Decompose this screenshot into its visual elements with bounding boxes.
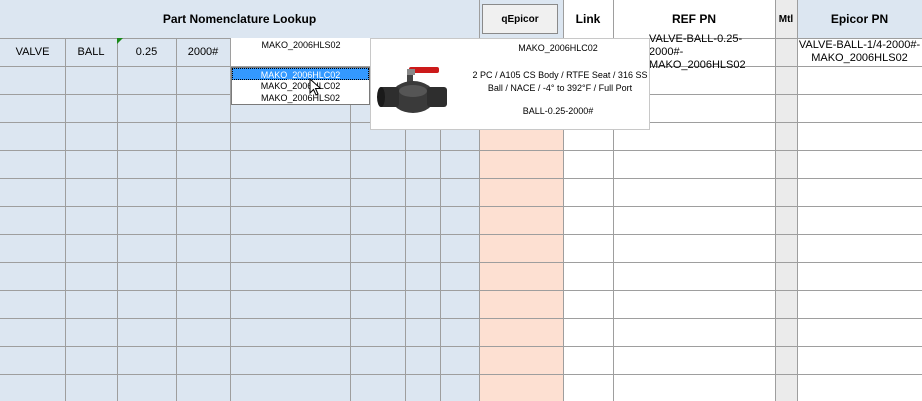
grid-line [0,374,922,375]
manufacturer-dropdown-list[interactable]: MAKO_2006HLC02 MAKO_2006HLC02 MAKO_2006H… [231,67,370,105]
grid-line [775,0,776,401]
grid-line [0,318,922,319]
manufacturer-value-text: MAKO_2006HLS02 [261,40,341,50]
mtl-header: Mtl [775,0,797,38]
mtl-column-bg [775,0,797,401]
grid-line [0,290,922,291]
grid-line [0,150,922,151]
dropdown-option[interactable]: MAKO_2006HLC02 [232,68,369,80]
preview-description: 2 PC / A105 CS Body / RTFE Seat / 316 SS… [472,70,648,93]
mouse-pointer-icon [309,77,323,96]
cell-rating[interactable]: 2000# [176,38,230,66]
page-title: Part Nomenclature Lookup [0,0,479,38]
part-preview-popup: MAKO_2006HLC02 2 PC / A105 CS Body / RTF… [370,38,650,130]
preview-part-number: MAKO_2006HLC02 [518,43,598,53]
qepicor-button[interactable]: qEpicor [482,4,558,34]
cell-part-subtype[interactable]: BALL [65,38,117,66]
cell-epicor-pn[interactable]: VALVE-BALL-1/4-2000#- MAKO_2006HLS02 [797,38,922,66]
link-header: Link [563,0,613,38]
dropdown-option[interactable]: MAKO_2006HLC02 [232,80,369,92]
grid-line [0,178,922,179]
ball-valve-image [373,47,465,119]
epicor-pn-header: Epicor PN [797,0,922,38]
dropdown-option[interactable]: MAKO_2006HLS02 [232,92,369,104]
preview-code: BALL-0.25-2000# [522,106,594,116]
cell-part-type[interactable]: VALVE [0,38,65,66]
grid-line [0,346,922,347]
grid-line [0,206,922,207]
cell-size[interactable]: 0.25 [117,38,176,66]
grid-line [0,262,922,263]
grid-line [0,234,922,235]
